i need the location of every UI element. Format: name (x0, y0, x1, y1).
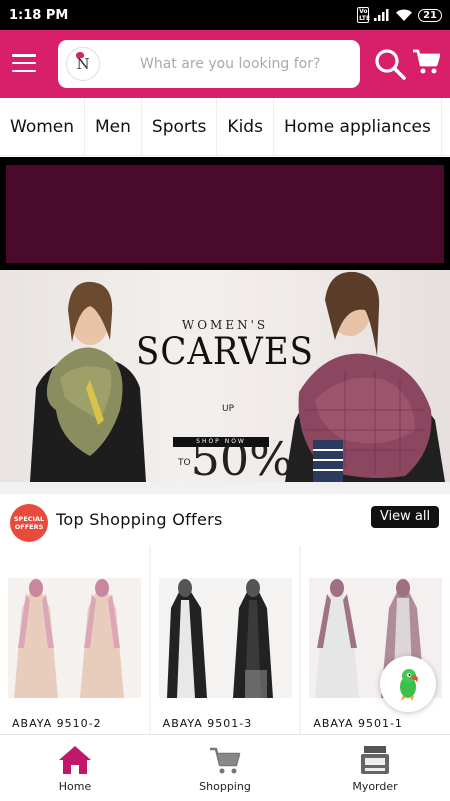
cart-icon[interactable] (412, 48, 440, 76)
category-sports[interactable]: Sports (142, 98, 218, 155)
nav-home[interactable]: Home (0, 735, 150, 801)
hamburger-menu-icon[interactable] (12, 54, 36, 72)
bottom-navigation: Home Shopping Myorder (0, 734, 450, 800)
nav-shopping-label: Shopping (199, 780, 251, 793)
parrot-icon (400, 669, 418, 701)
product-name: ABAYA 9501-3 (162, 717, 253, 730)
product-image (8, 578, 141, 698)
special-offers-badge: SPECIAL OFFERS (10, 504, 48, 542)
signal-icon (374, 9, 389, 21)
product-card[interactable]: ABAYA 9501-3 (150, 546, 300, 734)
product-card[interactable]: ABAYA 9510-2 (0, 546, 149, 734)
offers-title: Top Shopping Offers (56, 510, 223, 529)
product-card[interactable]: ABAYA 9501-1 (301, 546, 450, 734)
promo-banner-dark[interactable] (0, 157, 450, 270)
banner-off: OFF (292, 458, 311, 468)
model-right-image (285, 271, 445, 482)
view-all-button[interactable]: View all (371, 506, 439, 528)
wifi-icon (396, 8, 413, 21)
search-input[interactable] (140, 56, 340, 72)
banner-title: SCARVES (136, 330, 314, 374)
product-name: ABAYA 9501-1 (313, 717, 403, 730)
nav-home-label: Home (58, 780, 92, 793)
search-bar[interactable]: N (58, 40, 360, 88)
status-bar: 1:18 PM Vo LTE 21 (0, 0, 450, 30)
section-divider (0, 482, 450, 494)
category-women[interactable]: Women (0, 98, 86, 155)
cash-register-icon (361, 746, 389, 774)
product-name: ABAYA 9510-2 (12, 717, 102, 730)
model-left-image (30, 281, 146, 482)
shop-now-button[interactable]: SHOP NOW (173, 437, 269, 447)
volte-icon: Vo LTE (357, 7, 371, 23)
scarves-banner[interactable]: WOMEN'S SCARVES UP TO50%OFF SHOP NOW (0, 270, 450, 482)
category-men[interactable]: Men (85, 98, 142, 155)
search-icon[interactable] (374, 48, 406, 80)
category-home-appliances[interactable]: Home appliances (274, 98, 442, 155)
category-bar: Women Men Sports Kids Home appliances (0, 98, 450, 156)
nav-myorder-label: Myorder (352, 780, 398, 793)
offers-section-header: SPECIAL OFFERS Top Shopping Offers View … (0, 494, 450, 544)
chatbot-button[interactable] (380, 656, 436, 712)
cart-icon (210, 747, 241, 774)
app-header: N (0, 30, 450, 98)
brand-logo: N (66, 47, 100, 81)
category-kids[interactable]: Kids (217, 98, 274, 155)
banner-discount: UP TO50%OFF (178, 378, 310, 482)
product-image (158, 578, 292, 698)
home-icon (59, 746, 91, 774)
nav-myorder[interactable]: Myorder (300, 735, 450, 801)
status-icons: Vo LTE 21 (357, 7, 442, 23)
battery-icon: 21 (418, 8, 442, 22)
status-time: 1:18 PM (9, 7, 69, 23)
promo-banner-inner (6, 165, 444, 263)
product-list: ABAYA 9510-2 ABAYA 9501-3 ABAYA 9501-1 (0, 546, 450, 734)
nav-shopping[interactable]: Shopping (150, 735, 300, 801)
